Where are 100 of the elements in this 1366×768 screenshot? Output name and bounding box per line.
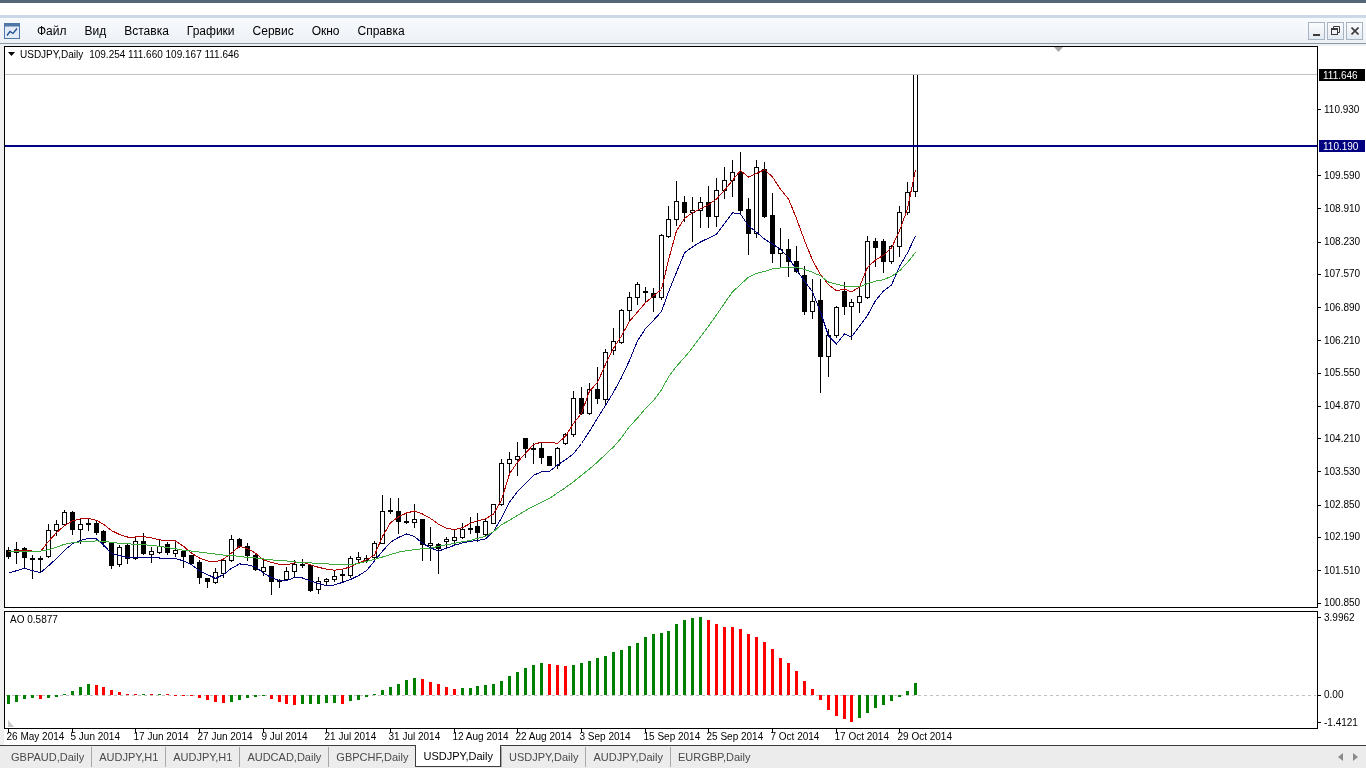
candlestick	[181, 549, 186, 569]
chart-window-icon[interactable]	[4, 22, 20, 39]
candlestick	[452, 529, 457, 547]
close-icon	[1350, 26, 1359, 35]
candlestick	[762, 161, 767, 219]
chart-tab[interactable]: USDJPY,Daily	[500, 747, 586, 767]
date-label: 27 Jun 2014	[197, 731, 253, 742]
chart-tab[interactable]: AUDJPY,H1	[91, 747, 166, 767]
menu-item[interactable]: Окно	[302, 20, 349, 41]
candlestick	[842, 281, 847, 316]
price-axis-label: 110.930	[1324, 103, 1360, 115]
candlestick	[86, 517, 91, 532]
candlestick	[420, 518, 425, 562]
price-axis-label: 104.870	[1324, 400, 1361, 412]
ref-line-label: 110.190	[1323, 140, 1359, 152]
candlestick	[364, 554, 369, 564]
candlestick	[666, 205, 671, 239]
candlestick	[245, 542, 250, 562]
right-arrow-icon[interactable]	[1353, 753, 1358, 761]
candlestick	[30, 554, 35, 580]
candlestick	[627, 291, 632, 323]
candlestick	[619, 308, 624, 345]
menu-item[interactable]: Вид	[75, 20, 116, 41]
candlestick	[229, 534, 234, 563]
restore-button[interactable]	[1327, 21, 1344, 40]
candlestick	[332, 570, 337, 583]
date-label: 12 Aug 2014	[452, 731, 509, 742]
candlestick	[523, 437, 528, 459]
menu-item[interactable]: Вставка	[115, 20, 178, 41]
minimize-icon	[1313, 33, 1320, 36]
candlestick	[730, 159, 735, 198]
candlestick	[849, 298, 854, 341]
candlestick	[889, 244, 894, 265]
triangle-marker-icon	[1054, 47, 1063, 52]
candlestick	[149, 546, 154, 564]
date-label: 29 Oct 2014	[897, 731, 952, 742]
candlestick	[611, 327, 616, 356]
chart-tab[interactable]: AUDJPY,Daily	[585, 747, 670, 767]
date-label: 26 May 2014	[6, 731, 65, 742]
candlestick	[722, 166, 727, 200]
candlestick	[603, 348, 608, 405]
candlestick	[651, 287, 656, 313]
chart-tab[interactable]: GBPAUD,Daily	[4, 747, 92, 767]
date-label: 17 Oct 2014	[834, 731, 889, 742]
candlestick	[547, 455, 552, 467]
candlestick	[324, 577, 329, 586]
price-axis-label: 108.230	[1324, 236, 1361, 248]
candlestick	[133, 536, 138, 561]
candlestick	[738, 151, 743, 216]
candlestick	[834, 305, 839, 339]
minimize-button[interactable]	[1308, 21, 1325, 40]
chart-tab[interactable]: AUDJPY,H1	[165, 747, 240, 767]
axis-label: -1.4121	[1324, 716, 1358, 728]
candlestick	[205, 577, 210, 589]
candlestick	[237, 537, 242, 549]
candlestick	[189, 554, 194, 565]
candlestick	[221, 557, 226, 579]
candlestick	[507, 451, 512, 474]
chart-tab[interactable]: EURGBP,Daily	[669, 747, 758, 767]
indicator-label: AO 0.5877	[10, 614, 58, 625]
chart-symbol: USDJPY,Daily	[20, 48, 84, 60]
candlestick	[714, 177, 719, 228]
price-tag: 111.646	[1319, 69, 1365, 81]
candlestick	[444, 536, 449, 549]
chart-tab[interactable]: AUDCAD,Daily	[239, 747, 329, 767]
menu-item[interactable]: Графики	[177, 20, 244, 41]
date-label: 21 Jul 2014	[324, 731, 377, 742]
candlestick	[269, 565, 274, 596]
date-label: 25 Sep 2014	[706, 731, 764, 742]
price-axis-label: 105.550	[1324, 367, 1361, 379]
date-label: 15 Sep 2014	[643, 731, 701, 742]
candlestick	[428, 526, 433, 562]
axis-label: 0.00	[1324, 689, 1344, 701]
candlestick	[404, 512, 409, 525]
menu-item[interactable]: Справка	[348, 20, 414, 41]
candlestick	[579, 386, 584, 416]
chart-tab[interactable]: USDJPY,Daily	[415, 745, 501, 767]
candlestick	[340, 569, 345, 583]
candlestick	[571, 390, 576, 438]
date-label: 31 Jul 2014	[388, 731, 441, 742]
price-axis-label: 101.510	[1324, 564, 1361, 576]
axis-label: 3.9962	[1324, 611, 1355, 623]
candlestick	[436, 542, 441, 575]
candlestick	[78, 518, 83, 545]
close-button[interactable]	[1346, 21, 1363, 40]
candlestick	[70, 510, 75, 536]
candlestick	[460, 522, 465, 540]
menu-item[interactable]: Файл	[28, 20, 76, 41]
candlestick	[308, 564, 313, 593]
menu-item[interactable]: Сервис	[243, 20, 303, 41]
candlestick	[690, 196, 695, 243]
candlestick	[213, 567, 218, 585]
candlestick	[165, 541, 170, 556]
candlestick	[173, 541, 178, 558]
left-arrow-icon[interactable]	[1338, 753, 1343, 761]
candlestick	[38, 555, 43, 574]
candlestick	[117, 544, 122, 568]
down-triangle-icon[interactable]	[8, 52, 15, 56]
candlestick	[468, 516, 473, 535]
candlestick	[412, 503, 417, 529]
